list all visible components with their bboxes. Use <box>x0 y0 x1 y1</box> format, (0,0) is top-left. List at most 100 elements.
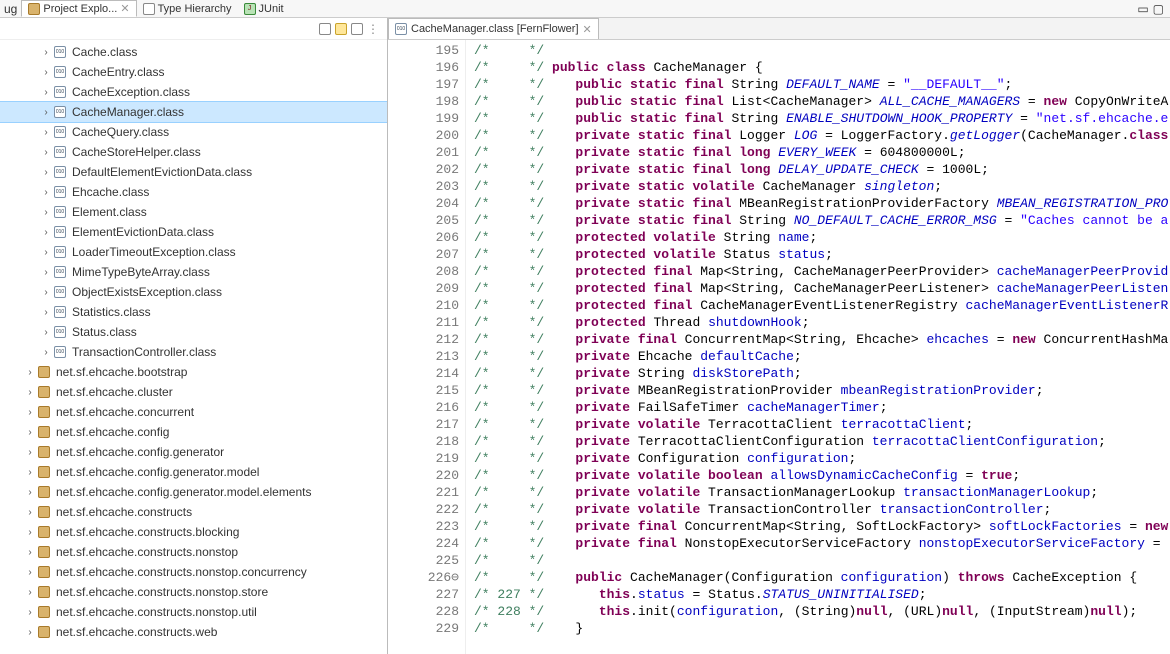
expand-icon[interactable]: › <box>24 487 36 498</box>
expand-icon[interactable]: › <box>40 287 52 298</box>
code-line[interactable]: /* */ private FailSafeTimer cacheManager… <box>474 399 1170 416</box>
expand-icon[interactable]: › <box>40 307 52 318</box>
expand-icon[interactable]: › <box>24 447 36 458</box>
project-tree[interactable]: ›Cache.class›CacheEntry.class›CacheExcep… <box>0 40 387 654</box>
filter-icon[interactable] <box>351 23 363 35</box>
close-icon[interactable]: ✕ <box>583 23 592 36</box>
tree-package[interactable]: ›net.sf.ehcache.constructs.nonstop.concu… <box>0 562 387 582</box>
expand-icon[interactable]: › <box>40 47 52 58</box>
tree-classfile[interactable]: ›DefaultElementEvictionData.class <box>0 162 387 182</box>
tree-classfile[interactable]: ›CacheStoreHelper.class <box>0 142 387 162</box>
link-editor-icon[interactable] <box>335 23 347 35</box>
code-line[interactable]: /* */ private Configuration configuratio… <box>474 450 1170 467</box>
tree-package[interactable]: ›net.sf.ehcache.config.generator.model.e… <box>0 482 387 502</box>
code-line[interactable]: /* */ private static final long DELAY_UP… <box>474 161 1170 178</box>
expand-icon[interactable]: › <box>40 207 52 218</box>
tree-package[interactable]: ›net.sf.ehcache.constructs.web <box>0 622 387 642</box>
code-line[interactable]: /* */ private MBeanRegistrationProvider … <box>474 382 1170 399</box>
expand-icon[interactable]: › <box>24 627 36 638</box>
expand-icon[interactable]: › <box>40 67 52 78</box>
tree-package[interactable]: ›net.sf.ehcache.constructs.nonstop.util <box>0 602 387 622</box>
code-line[interactable]: /* */ public static final List<CacheMana… <box>474 93 1170 110</box>
tree-classfile[interactable]: ›ElementEvictionData.class <box>0 222 387 242</box>
code-line[interactable]: /* */ <box>474 42 1170 59</box>
collapse-all-icon[interactable] <box>319 23 331 35</box>
code-line[interactable]: /* */ public class CacheManager { <box>474 59 1170 76</box>
code-line[interactable]: /* */ private String diskStorePath; <box>474 365 1170 382</box>
expand-icon[interactable]: › <box>24 547 36 558</box>
view-menu-icon[interactable]: ⋮ <box>367 22 379 36</box>
code-line[interactable]: /* */ private static final MBeanRegistra… <box>474 195 1170 212</box>
tree-package[interactable]: ›net.sf.ehcache.constructs <box>0 502 387 522</box>
code-line[interactable]: /* */ public static final String ENABLE_… <box>474 110 1170 127</box>
expand-icon[interactable]: › <box>40 247 52 258</box>
tree-classfile[interactable]: ›Status.class <box>0 322 387 342</box>
expand-icon[interactable]: › <box>40 267 52 278</box>
code-area[interactable]: 1951961971981992002012022032042052062072… <box>388 40 1170 654</box>
tree-package[interactable]: ›net.sf.ehcache.cluster <box>0 382 387 402</box>
expand-icon[interactable]: › <box>24 427 36 438</box>
tree-package[interactable]: ›net.sf.ehcache.constructs.nonstop <box>0 542 387 562</box>
expand-icon[interactable]: › <box>40 127 52 138</box>
close-icon[interactable]: ✕ <box>120 2 129 15</box>
code-line[interactable]: /* */ private Ehcache defaultCache; <box>474 348 1170 365</box>
tree-package[interactable]: ›net.sf.ehcache.constructs.blocking <box>0 522 387 542</box>
code-line[interactable]: /* 228 */ this.init(configuration, (Stri… <box>474 603 1170 620</box>
expand-icon[interactable]: › <box>24 367 36 378</box>
code-line[interactable]: /* */ private volatile TransactionContro… <box>474 501 1170 518</box>
minimize-icon[interactable]: ▭ <box>1137 2 1148 16</box>
code-line[interactable]: /* */ protected volatile String name; <box>474 229 1170 246</box>
tree-package[interactable]: ›net.sf.ehcache.concurrent <box>0 402 387 422</box>
code-line[interactable]: /* */ public static final String DEFAULT… <box>474 76 1170 93</box>
code-line[interactable]: /* */ private static final long EVERY_WE… <box>474 144 1170 161</box>
code-line[interactable]: /* */ protected final Map<String, CacheM… <box>474 263 1170 280</box>
code-line[interactable]: /* */ } <box>474 620 1170 637</box>
tree-classfile[interactable]: ›MimeTypeByteArray.class <box>0 262 387 282</box>
tree-classfile[interactable]: ›Element.class <box>0 202 387 222</box>
code-line[interactable]: /* */ private volatile TerracottaClient … <box>474 416 1170 433</box>
code-line[interactable]: /* */ private final ConcurrentMap<String… <box>474 518 1170 535</box>
view-tab-type-hierarchy[interactable]: Type Hierarchy <box>137 0 238 17</box>
code-line[interactable]: /* */ public CacheManager(Configuration … <box>474 569 1170 586</box>
tree-classfile[interactable]: ›ObjectExistsException.class <box>0 282 387 302</box>
expand-icon[interactable]: › <box>24 527 36 538</box>
expand-icon[interactable]: › <box>24 587 36 598</box>
expand-icon[interactable]: › <box>40 107 52 118</box>
expand-icon[interactable]: › <box>24 407 36 418</box>
expand-icon[interactable]: › <box>24 567 36 578</box>
expand-icon[interactable]: › <box>40 347 52 358</box>
tree-classfile[interactable]: ›CacheQuery.class <box>0 122 387 142</box>
expand-icon[interactable]: › <box>40 167 52 178</box>
expand-icon[interactable]: › <box>40 187 52 198</box>
code-line[interactable]: /* */ private TerracottaClientConfigurat… <box>474 433 1170 450</box>
tree-classfile[interactable]: ›Ehcache.class <box>0 182 387 202</box>
maximize-icon[interactable]: ▢ <box>1153 2 1164 16</box>
code-line[interactable]: /* */ private static final Logger LOG = … <box>474 127 1170 144</box>
expand-icon[interactable]: › <box>24 387 36 398</box>
code-line[interactable]: /* */ private volatile boolean allowsDyn… <box>474 467 1170 484</box>
code-line[interactable]: /* */ <box>474 552 1170 569</box>
code-line[interactable]: /* */ private static final String NO_DEF… <box>474 212 1170 229</box>
editor-tab-cachemanager[interactable]: CacheManager.class [FernFlower] ✕ <box>388 18 599 39</box>
expand-icon[interactable]: › <box>24 607 36 618</box>
code-line[interactable]: /* 227 */ this.status = Status.STATUS_UN… <box>474 586 1170 603</box>
code-line[interactable]: /* */ protected volatile Status status; <box>474 246 1170 263</box>
code-line[interactable]: /* */ protected final Map<String, CacheM… <box>474 280 1170 297</box>
tree-package[interactable]: ›net.sf.ehcache.config.generator.model <box>0 462 387 482</box>
code-line[interactable]: /* */ protected Thread shutdownHook; <box>474 314 1170 331</box>
view-tab-junit[interactable]: JJUnit <box>238 0 290 17</box>
tree-package[interactable]: ›net.sf.ehcache.constructs.nonstop.store <box>0 582 387 602</box>
expand-icon[interactable]: › <box>24 467 36 478</box>
expand-icon[interactable]: › <box>40 147 52 158</box>
tree-classfile[interactable]: ›CacheEntry.class <box>0 62 387 82</box>
tree-classfile[interactable]: ›Statistics.class <box>0 302 387 322</box>
code-line[interactable]: /* */ protected final CacheManagerEventL… <box>474 297 1170 314</box>
tree-classfile[interactable]: ›TransactionController.class <box>0 342 387 362</box>
tree-classfile[interactable]: ›Cache.class <box>0 42 387 62</box>
code-line[interactable]: /* */ private volatile TransactionManage… <box>474 484 1170 501</box>
view-tab-project-explo-[interactable]: Project Explo...✕ <box>21 0 136 17</box>
expand-icon[interactable]: › <box>40 227 52 238</box>
code-line[interactable]: /* */ private final ConcurrentMap<String… <box>474 331 1170 348</box>
tree-package[interactable]: ›net.sf.ehcache.config <box>0 422 387 442</box>
code-content[interactable]: /* *//* */ public class CacheManager {/*… <box>466 40 1170 654</box>
